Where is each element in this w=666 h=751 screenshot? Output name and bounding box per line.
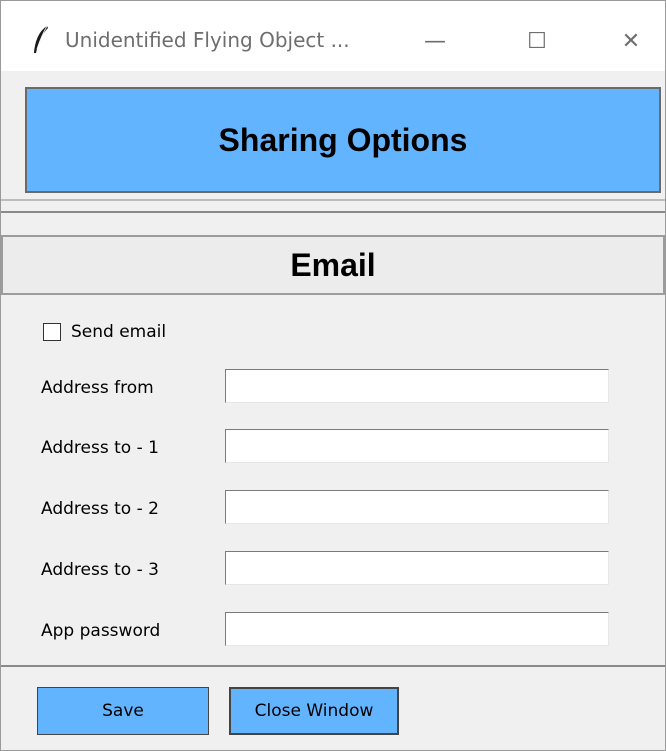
app-password-input[interactable] <box>225 612 609 646</box>
minimize-icon: — <box>424 28 446 54</box>
send-email-checkbox[interactable] <box>43 323 61 341</box>
app-window: Unidentified Flying Object ... — ☐ ✕ Sha… <box>0 0 666 751</box>
address-from-input[interactable] <box>225 369 609 403</box>
maximize-icon: ☐ <box>527 28 547 54</box>
window-title: Unidentified Flying Object ... <box>65 28 350 52</box>
address-to-2-input[interactable] <box>225 490 609 524</box>
address-to-1-input[interactable] <box>225 429 609 463</box>
send-email-label: Send email <box>71 322 167 342</box>
close-icon: ✕ <box>621 28 641 54</box>
page-title: Sharing Options <box>218 121 468 158</box>
address-to-3-input[interactable] <box>225 551 609 585</box>
address-to-1-label: Address to - 1 <box>41 438 159 458</box>
maximize-button[interactable]: ☐ <box>513 19 561 63</box>
address-from-label: Address from <box>41 378 154 398</box>
save-button[interactable]: Save <box>37 687 209 735</box>
title-bar[interactable]: Unidentified Flying Object ... — ☐ ✕ <box>1 1 665 71</box>
close-window-button[interactable]: Close Window <box>229 687 399 735</box>
minimize-button[interactable]: — <box>411 19 459 63</box>
address-to-2-label: Address to - 2 <box>41 499 159 519</box>
address-to-3-label: Address to - 3 <box>41 560 159 580</box>
email-section: Email Send email Address from Address to… <box>1 211 665 667</box>
close-button[interactable]: ✕ <box>607 19 655 63</box>
send-email-row: Send email <box>43 319 166 345</box>
email-section-title: Email <box>290 246 376 283</box>
header-section: Sharing Options <box>1 71 665 201</box>
app-password-label: App password <box>41 621 161 641</box>
feather-icon <box>31 25 51 55</box>
header-banner: Sharing Options <box>25 87 661 193</box>
email-section-header: Email <box>1 235 665 295</box>
